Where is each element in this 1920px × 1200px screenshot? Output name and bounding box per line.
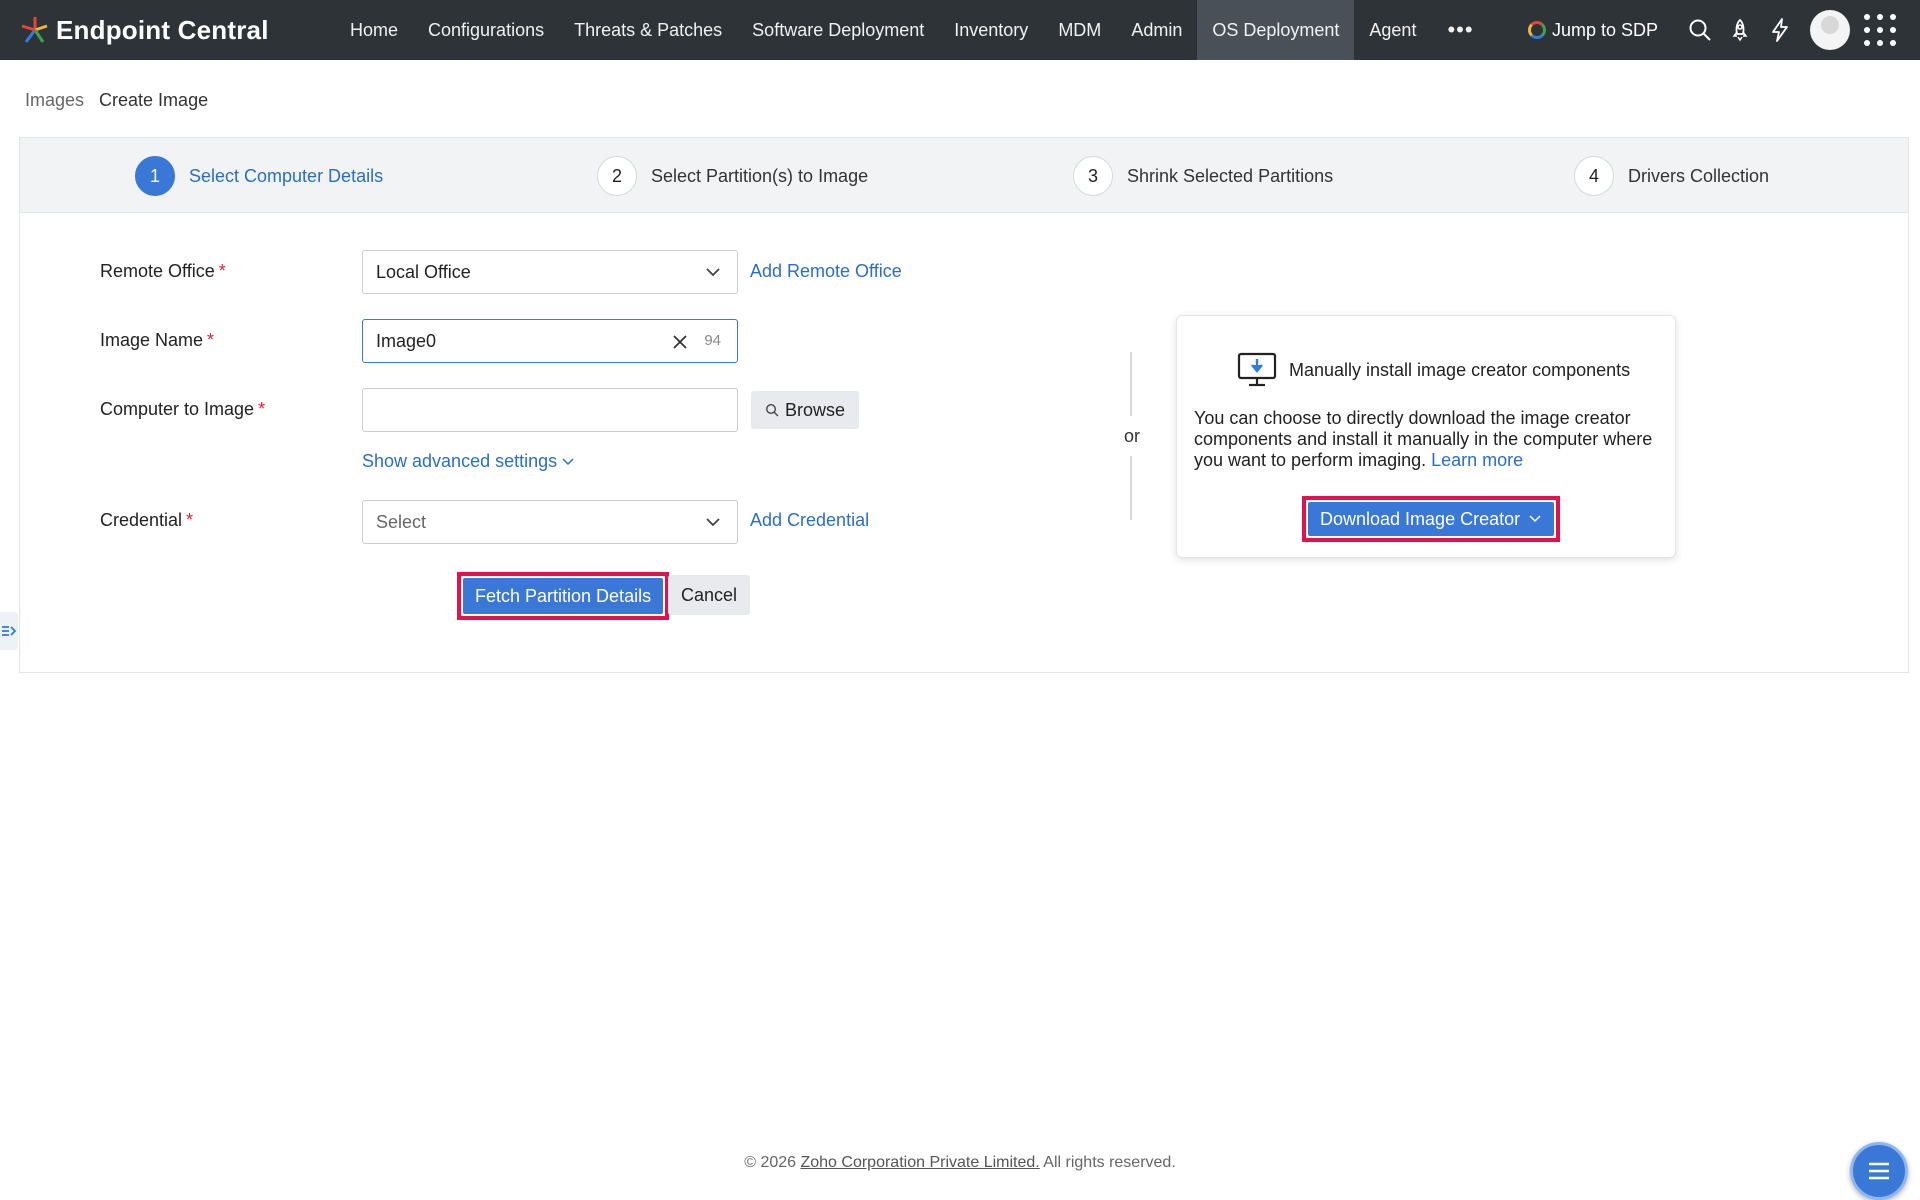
credential-label: Credential *: [100, 510, 194, 530]
expand-menu-icon: [2, 626, 17, 636]
nav-item-configurations[interactable]: Configurations: [413, 0, 559, 60]
app-name: Endpoint Central: [56, 14, 269, 45]
sidebar-expand-toggle[interactable]: [0, 612, 18, 650]
step-label: Drivers Collection: [1628, 165, 1770, 186]
chevron-down-icon: [706, 518, 720, 527]
breadcrumb-create-image: Create Image: [99, 90, 209, 110]
step-number: 3: [1073, 156, 1113, 196]
credential-placeholder: Select: [376, 511, 427, 532]
jump-to-sdp-label: Jump to SDP: [1551, 19, 1658, 40]
manual-install-header: Manually install image creator component…: [1237, 352, 1630, 388]
fetch-partition-details-highlight: Fetch Partition Details: [457, 572, 670, 620]
fetch-partition-details-button[interactable]: Fetch Partition Details: [463, 578, 664, 614]
computer-to-image-input[interactable]: [362, 388, 738, 432]
character-count: 94: [704, 332, 721, 349]
step-number: 1: [135, 156, 175, 196]
chevron-down-icon: [706, 268, 720, 277]
step-shrink-partitions[interactable]: 3 Shrink Selected Partitions: [1073, 156, 1333, 196]
cancel-button[interactable]: Cancel: [668, 575, 751, 615]
download-image-creator-button[interactable]: Download Image Creator: [1308, 502, 1555, 536]
monitor-download-icon: [1237, 352, 1277, 387]
nav-item-home[interactable]: Home: [335, 0, 413, 60]
browse-button[interactable]: Browse: [751, 391, 860, 429]
manual-install-card: Manually install image creator component…: [1176, 315, 1676, 558]
computer-to-image-label: Computer to Image *: [100, 399, 266, 419]
browse-label: Browse: [785, 399, 846, 420]
step-label: Select Partition(s) to Image: [651, 165, 869, 186]
step-label: Shrink Selected Partitions: [1127, 165, 1334, 186]
endpoint-central-logo-icon: [21, 17, 48, 43]
menu-icon: [1869, 1162, 1889, 1180]
nav-item-agent[interactable]: Agent: [1354, 0, 1431, 60]
nav-more-button[interactable]: •••: [1431, 0, 1489, 60]
manual-install-title: Manually install image creator component…: [1289, 359, 1631, 380]
chevron-down-icon: [1529, 515, 1541, 523]
nav-item-os-deployment[interactable]: OS Deployment: [1197, 0, 1355, 60]
step-drivers-collection[interactable]: 4 Drivers Collection: [1574, 156, 1769, 196]
step-select-partitions[interactable]: 2 Select Partition(s) to Image: [597, 156, 868, 196]
image-name-label: Image Name *: [100, 330, 215, 350]
image-name-value: Image0: [376, 330, 437, 351]
nav-item-mdm[interactable]: MDM: [1043, 0, 1116, 60]
nav-item-inventory[interactable]: Inventory: [939, 0, 1043, 60]
divider-top: [1130, 352, 1132, 416]
rocket-icon: [1732, 18, 1748, 42]
or-label: or: [1124, 426, 1141, 446]
search-icon: [1689, 19, 1711, 41]
manual-install-description: You can choose to directly download the …: [1194, 408, 1653, 470]
quick-actions-button[interactable]: [1760, 0, 1800, 60]
app-launcher-grid-icon[interactable]: [1864, 14, 1896, 46]
add-credential-link[interactable]: Add Credential: [750, 510, 869, 531]
step-number: 4: [1574, 156, 1614, 196]
breadcrumb: Images Create Image: [25, 90, 208, 111]
credential-select[interactable]: Select: [362, 500, 738, 544]
step-label: Select Computer Details: [189, 165, 384, 186]
divider-bottom: [1130, 456, 1132, 520]
quick-launch-button[interactable]: [1720, 0, 1760, 60]
step-select-computer-details[interactable]: 1 Select Computer Details: [135, 156, 383, 196]
search-icon: [765, 403, 779, 417]
header-tools: Jump to SDP: [1527, 0, 1920, 60]
search-button[interactable]: [1680, 0, 1720, 60]
user-avatar[interactable]: [1810, 10, 1850, 50]
remote-office-select[interactable]: Local Office: [362, 250, 738, 294]
step-number: 2: [597, 156, 637, 196]
download-image-creator-highlight: Download Image Creator: [1302, 496, 1561, 542]
footer-org-link[interactable]: Zoho Corporation Private Limited.: [800, 1154, 1039, 1171]
help-menu-button[interactable]: [1850, 1142, 1908, 1200]
image-name-input[interactable]: Image0 94: [362, 319, 738, 363]
footer-rights: All rights reserved.: [1043, 1154, 1176, 1171]
learn-more-link[interactable]: Learn more: [1431, 450, 1523, 470]
sdp-icon: [1527, 21, 1546, 39]
show-advanced-settings-link[interactable]: Show advanced settings: [362, 451, 575, 472]
add-remote-office-link[interactable]: Add Remote Office: [750, 261, 902, 282]
nav-item-threats-patches[interactable]: Threats & Patches: [559, 0, 737, 60]
jump-to-sdp-link[interactable]: Jump to SDP: [1527, 19, 1658, 41]
remote-office-value: Local Office: [376, 261, 471, 282]
footer: © 2026 Zoho Corporation Private Limited.…: [0, 1154, 1920, 1172]
clear-icon[interactable]: [671, 333, 689, 351]
nav-item-software-deployment[interactable]: Software Deployment: [737, 0, 939, 60]
breadcrumb-images[interactable]: Images: [25, 90, 84, 111]
main-nav: Home Configurations Threats & Patches So…: [335, 0, 1490, 60]
chevron-down-icon: [562, 457, 574, 465]
footer-copyright: © 2026: [744, 1154, 797, 1171]
remote-office-label: Remote Office *: [100, 261, 226, 281]
lightning-icon: [1772, 18, 1788, 42]
brand[interactable]: Endpoint Central: [20, 15, 320, 46]
nav-item-admin[interactable]: Admin: [1116, 0, 1197, 60]
top-navigation-bar: Endpoint Central Home Configurations Thr…: [0, 0, 1920, 60]
wizard-steps: 1 Select Computer Details 2 Select Parti…: [20, 138, 1908, 213]
